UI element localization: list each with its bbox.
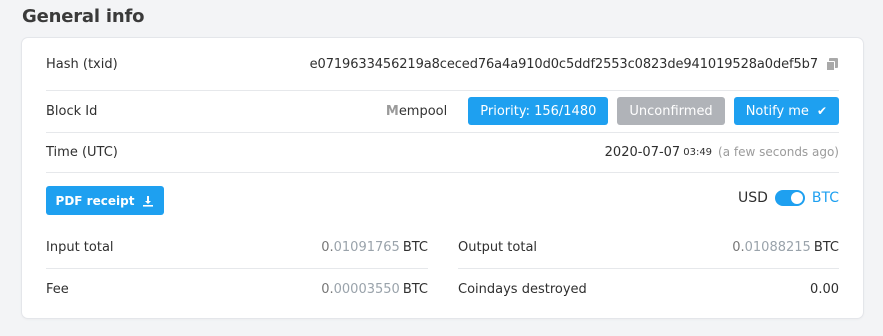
- pdf-receipt-button[interactable]: PDF receipt: [46, 186, 164, 215]
- currency-usd-label[interactable]: USD: [738, 190, 768, 206]
- coindays-row: Coindays destroyed 0.00: [458, 269, 839, 310]
- checkmark-icon: ✔: [816, 104, 827, 118]
- time-label: Time (UTC): [46, 144, 118, 160]
- hash-row: Hash (txid) e0719633456219a8ceced76a4a91…: [46, 38, 839, 91]
- hash-value[interactable]: e0719633456219a8ceced76a4a910d0c5ddf2553…: [310, 57, 818, 72]
- priority-button[interactable]: Priority: 156/1480: [468, 97, 609, 125]
- unconfirmed-button[interactable]: Unconfirmed: [617, 97, 725, 125]
- coindays-value: 0.00: [810, 282, 839, 297]
- time-date: 2020-07-07: [604, 144, 681, 160]
- block-row: Block Id Mempool Priority: 156/1480 Unco…: [46, 90, 839, 133]
- block-label: Block Id: [46, 103, 98, 119]
- time-relative: (a few seconds ago): [718, 145, 839, 159]
- time-row: Time (UTC) 2020-07-07 03:49 (a few secon…: [46, 132, 839, 173]
- mempool-label: Mempool: [386, 104, 447, 119]
- mempool-text: empool: [398, 103, 448, 119]
- notify-me-label: Notify me: [745, 103, 809, 119]
- hash-label: Hash (txid): [46, 56, 118, 72]
- toggle-knob: [790, 192, 803, 204]
- pdf-receipt-label: PDF receipt: [55, 193, 135, 208]
- currency-btc-label[interactable]: BTC: [812, 190, 839, 206]
- currency-switch: USD BTC: [738, 190, 839, 206]
- output-total-value: 0.01088215 BTC: [732, 240, 839, 255]
- mempool-initial: M: [385, 103, 399, 119]
- fee-label: Fee: [46, 282, 69, 297]
- coindays-label: Coindays destroyed: [458, 282, 587, 297]
- copy-icon[interactable]: [826, 57, 839, 71]
- section-title: General info: [22, 6, 145, 27]
- fee-value: 0.00003550 BTC: [321, 282, 428, 297]
- notify-me-button[interactable]: Notify me ✔: [733, 97, 839, 125]
- output-total-label: Output total: [458, 240, 538, 255]
- download-icon: [142, 195, 154, 207]
- input-total-value: 0.01091765 BTC: [321, 240, 428, 255]
- output-total-row: Output total 0.01088215 BTC: [458, 227, 839, 269]
- time-hour-minute: 03:49: [683, 146, 713, 158]
- fee-row: Fee 0.00003550 BTC: [46, 269, 428, 310]
- input-total-label: Input total: [46, 240, 114, 255]
- input-total-row: Input total 0.01091765 BTC: [46, 227, 428, 269]
- general-info-card: Hash (txid) e0719633456219a8ceced76a4a91…: [22, 38, 863, 318]
- currency-toggle[interactable]: [774, 190, 805, 206]
